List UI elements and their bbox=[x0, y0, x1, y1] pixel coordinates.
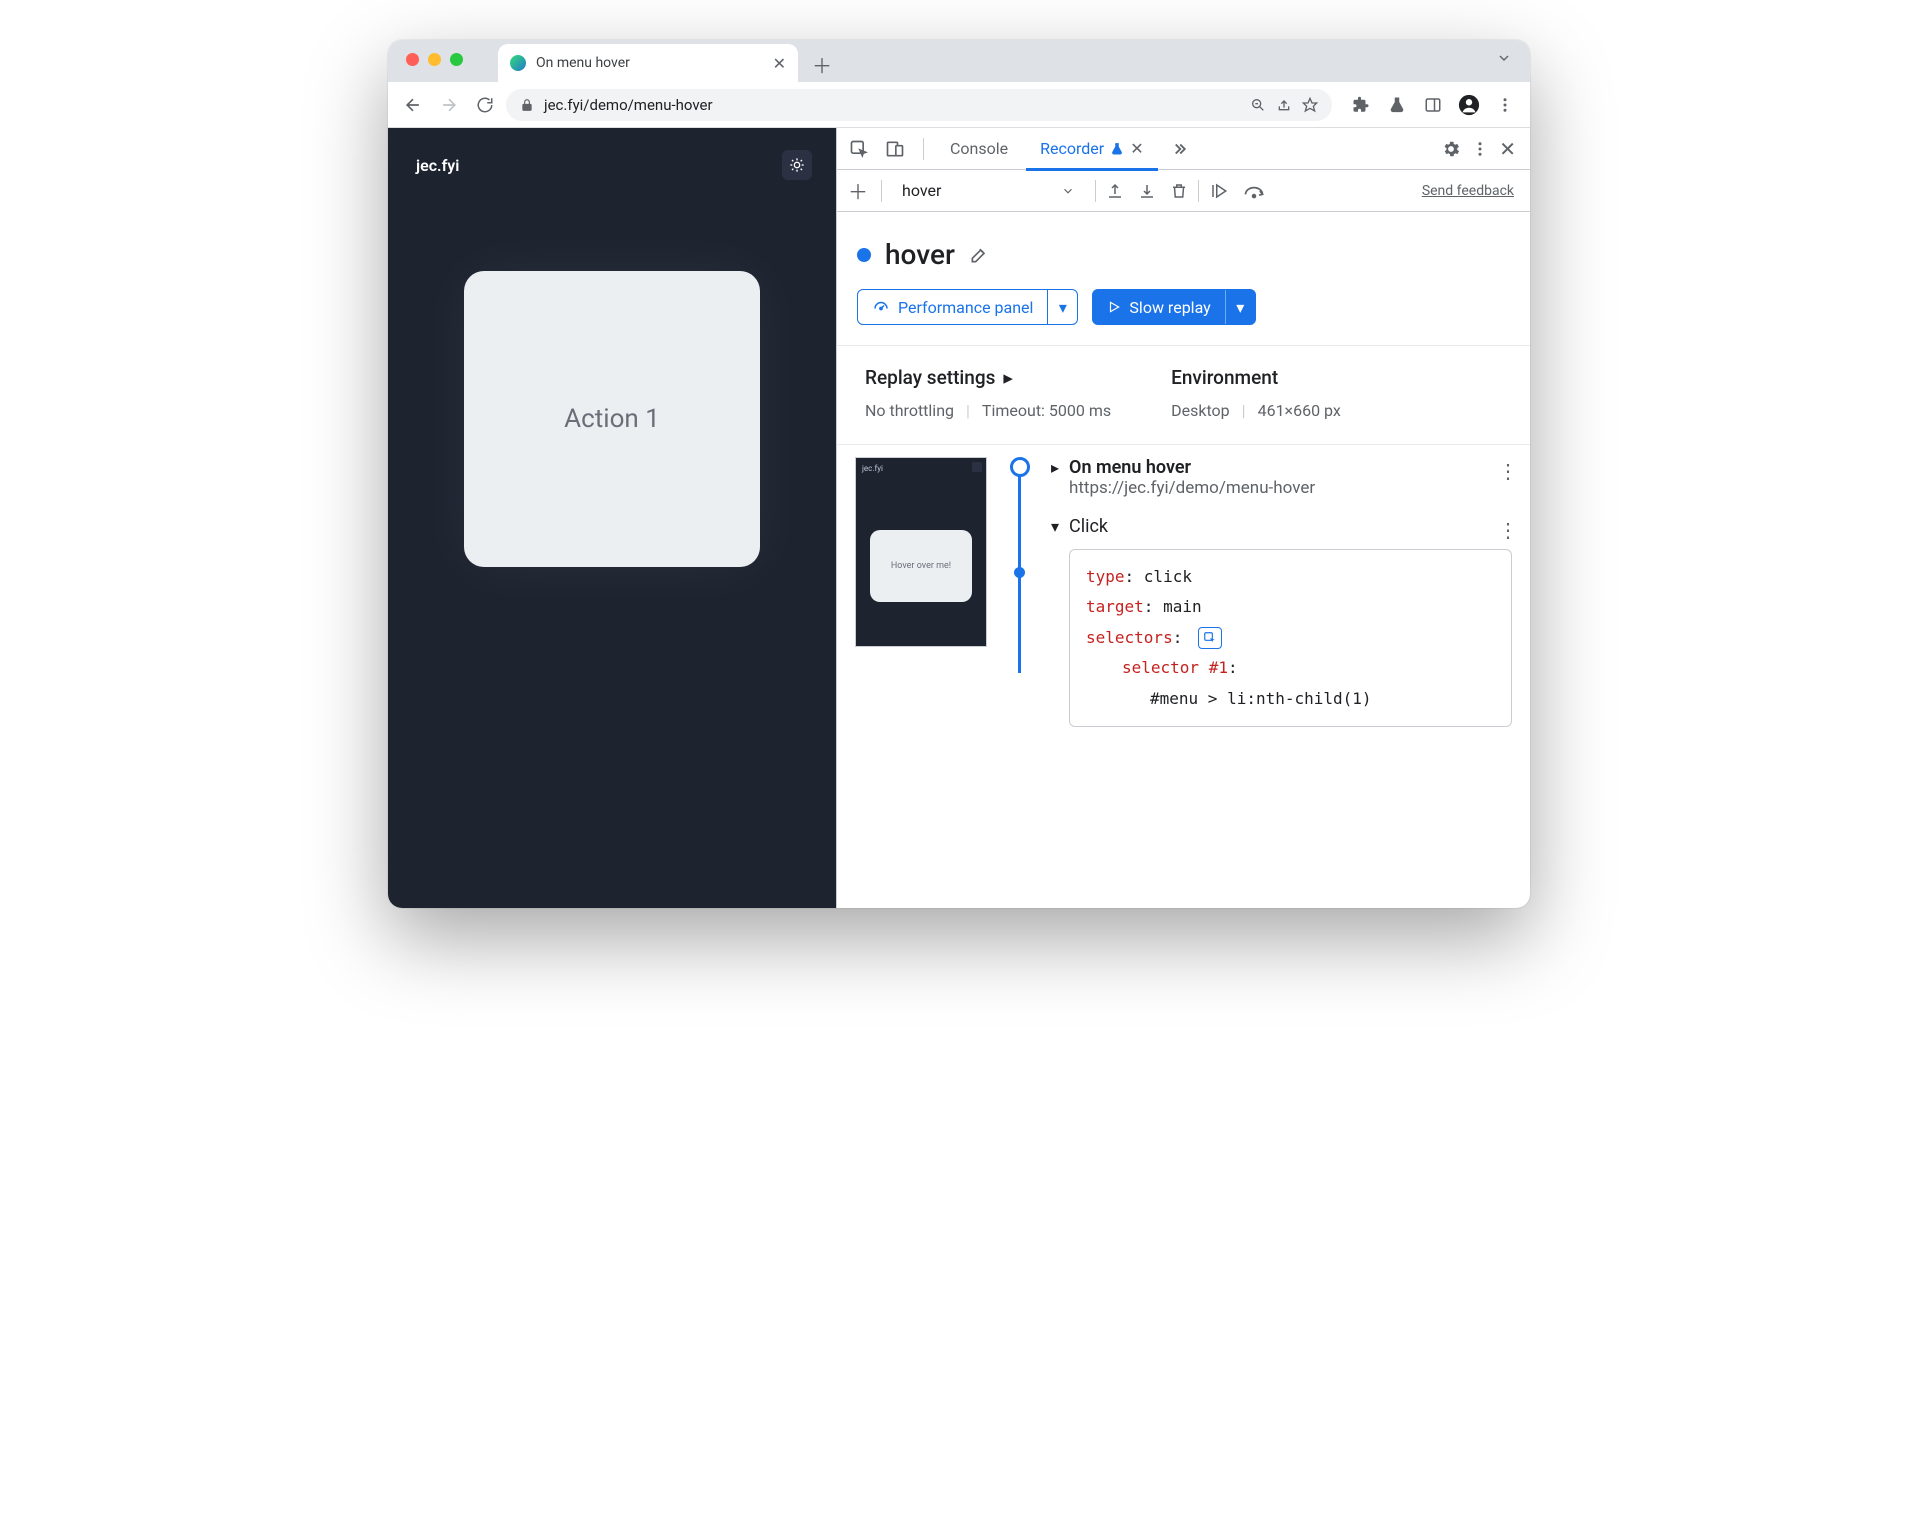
devtools-tabs: Console Recorder ✕ ✕ bbox=[837, 128, 1530, 170]
env-dims: 461×660 px bbox=[1258, 401, 1341, 420]
browser-window: On menu hover ✕ ＋ jec.fyi/demo/menu-hove… bbox=[388, 40, 1530, 908]
star-icon[interactable] bbox=[1302, 97, 1318, 113]
recording-selector[interactable]: hover bbox=[892, 181, 1085, 200]
profile-icon[interactable] bbox=[1454, 90, 1484, 120]
play-icon bbox=[1107, 300, 1121, 314]
env-device: Desktop bbox=[1171, 401, 1230, 420]
step-navigate[interactable]: ▸ On menu hover https://jec.fyi/demo/men… bbox=[1051, 457, 1512, 498]
close-tab-x-icon[interactable]: ✕ bbox=[1130, 139, 1143, 158]
more-tabs-icon[interactable] bbox=[1162, 133, 1194, 165]
site-brand: jec.fyi bbox=[416, 156, 808, 175]
forward-button[interactable] bbox=[434, 90, 464, 120]
side-panel-icon[interactable] bbox=[1418, 90, 1448, 120]
reload-button[interactable] bbox=[470, 90, 500, 120]
demo-card[interactable]: Action 1 bbox=[464, 271, 760, 567]
minimize-window[interactable] bbox=[428, 53, 441, 66]
inspect-icon[interactable] bbox=[843, 133, 875, 165]
new-recording-button[interactable]: ＋ bbox=[845, 176, 871, 205]
collapse-icon[interactable]: ▾ bbox=[1051, 517, 1059, 536]
timeline bbox=[1005, 457, 1033, 745]
recording-title: hover bbox=[885, 238, 955, 271]
recorder-toolbar: ＋ hover Send feedback bbox=[837, 170, 1530, 212]
gauge-icon bbox=[872, 298, 890, 316]
pin-icon bbox=[1110, 142, 1124, 156]
step-click[interactable]: ▾ Click ⋮ type: click target: main selec… bbox=[1051, 516, 1512, 727]
step-url: https://jec.fyi/demo/menu-hover bbox=[1069, 478, 1512, 498]
omnibox[interactable]: jec.fyi/demo/menu-hover bbox=[506, 89, 1332, 121]
delete-icon[interactable] bbox=[1170, 182, 1188, 200]
theme-toggle[interactable] bbox=[782, 150, 812, 180]
replay-dropdown[interactable]: ▾ bbox=[1225, 290, 1255, 324]
export-icon[interactable] bbox=[1106, 182, 1124, 200]
zoom-icon[interactable] bbox=[1250, 97, 1266, 113]
edit-title-icon[interactable] bbox=[969, 245, 989, 265]
throttling-value: No throttling bbox=[865, 401, 954, 420]
settings-icon[interactable] bbox=[1441, 139, 1461, 159]
slow-replay-button[interactable]: Slow replay ▾ bbox=[1092, 289, 1255, 325]
tab-title: On menu hover bbox=[536, 55, 630, 71]
record-indicator bbox=[857, 248, 871, 262]
step-thumbnail: jec.fyi Hover over me! bbox=[855, 457, 987, 647]
favicon bbox=[510, 55, 526, 71]
pick-selector-icon[interactable] bbox=[1198, 627, 1222, 649]
step-play-icon[interactable] bbox=[1209, 182, 1229, 200]
step-menu-icon[interactable]: ⋮ bbox=[1498, 459, 1518, 483]
maximize-window[interactable] bbox=[450, 53, 463, 66]
menu-icon[interactable] bbox=[1490, 90, 1520, 120]
close-devtools-icon[interactable]: ✕ bbox=[1499, 137, 1516, 161]
device-toggle-icon[interactable] bbox=[879, 133, 911, 165]
window-controls bbox=[406, 53, 463, 66]
rendered-page: jec.fyi Action 1 bbox=[388, 128, 836, 908]
step-over-icon[interactable] bbox=[1243, 182, 1265, 200]
expand-icon[interactable]: ▸ bbox=[1051, 458, 1059, 477]
tabs-dropdown-icon[interactable] bbox=[1496, 50, 1512, 66]
extensions-icon[interactable] bbox=[1346, 90, 1376, 120]
titlebar: On menu hover ✕ ＋ bbox=[388, 40, 1530, 82]
step-menu-icon[interactable]: ⋮ bbox=[1498, 518, 1518, 542]
timeout-value: Timeout: 5000 ms bbox=[982, 401, 1111, 420]
browser-toolbar: jec.fyi/demo/menu-hover bbox=[388, 82, 1530, 128]
perf-dropdown[interactable]: ▾ bbox=[1047, 290, 1077, 324]
performance-panel-button[interactable]: Performance panel ▾ bbox=[857, 289, 1078, 325]
close-window[interactable] bbox=[406, 53, 419, 66]
send-feedback-link[interactable]: Send feedback bbox=[1422, 183, 1522, 199]
new-tab-button[interactable]: ＋ bbox=[808, 50, 836, 78]
devtools-panel: Console Recorder ✕ ✕ ＋ hover bbox=[836, 128, 1530, 908]
labs-icon[interactable] bbox=[1382, 90, 1412, 120]
replay-settings-header[interactable]: Replay settings ▸ bbox=[865, 366, 1111, 389]
step-details: type: click target: main selectors: sele… bbox=[1069, 549, 1512, 727]
chevron-down-icon bbox=[1061, 184, 1075, 198]
tab-recorder[interactable]: Recorder ✕ bbox=[1026, 128, 1157, 170]
import-icon[interactable] bbox=[1138, 182, 1156, 200]
share-icon[interactable] bbox=[1276, 97, 1292, 113]
back-button[interactable] bbox=[398, 90, 428, 120]
environment-header: Environment bbox=[1171, 366, 1341, 389]
lock-icon bbox=[520, 98, 534, 112]
url-text: jec.fyi/demo/menu-hover bbox=[544, 96, 713, 114]
card-text: Action 1 bbox=[564, 404, 660, 434]
kebab-icon[interactable] bbox=[1471, 140, 1489, 158]
browser-tab[interactable]: On menu hover ✕ bbox=[498, 44, 798, 82]
tab-console[interactable]: Console bbox=[936, 128, 1022, 170]
close-tab-icon[interactable]: ✕ bbox=[773, 54, 786, 73]
chevron-right-icon: ▸ bbox=[1003, 366, 1013, 389]
